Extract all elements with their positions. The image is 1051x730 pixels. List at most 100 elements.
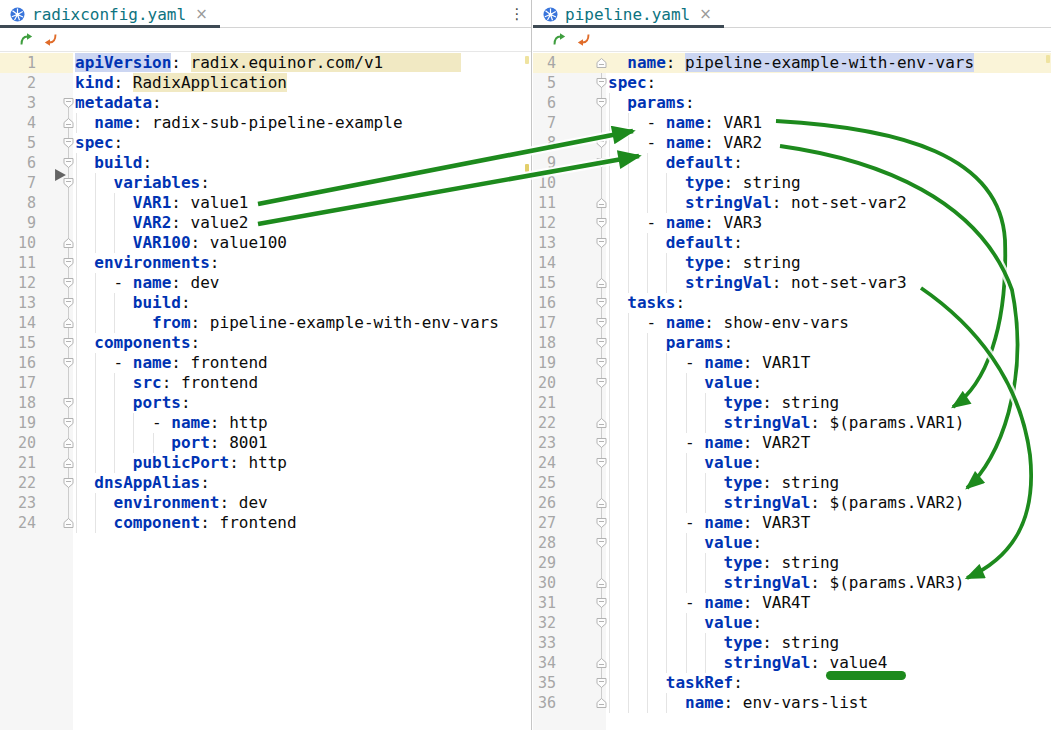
fold-marker-icon[interactable] bbox=[596, 617, 607, 629]
more-options-icon[interactable]: ⋮ bbox=[509, 3, 525, 25]
code-line[interactable]: 23 - name: VAR2T bbox=[533, 433, 1051, 453]
code-line[interactable]: 16 - name: frontend bbox=[0, 353, 531, 373]
code-line[interactable]: 12 - name: dev bbox=[0, 273, 531, 293]
code-line[interactable]: 6 build: bbox=[0, 153, 531, 173]
fold-marker-icon[interactable] bbox=[596, 517, 607, 529]
editor-radixconfig[interactable]: 1apiVersion: radix.equinor.com/v12kind: … bbox=[0, 53, 531, 730]
code-line[interactable]: 36 name: env-vars-list bbox=[533, 693, 1051, 713]
code-line[interactable]: 30 stringVal: $(params.VAR3) bbox=[533, 573, 1051, 593]
fold-marker-icon[interactable] bbox=[63, 317, 74, 329]
fold-marker-icon[interactable] bbox=[596, 237, 607, 249]
code-line[interactable]: 10 VAR100: value100 bbox=[0, 233, 531, 253]
code-line[interactable]: 10 type: string bbox=[533, 173, 1051, 193]
orange-arrow-icon[interactable] bbox=[577, 32, 592, 47]
code-line[interactable]: 8 - name: VAR2 bbox=[533, 133, 1051, 153]
code-line[interactable]: 28 value: bbox=[533, 533, 1051, 553]
fold-marker-icon[interactable] bbox=[63, 297, 74, 309]
code-line[interactable]: 19 - name: http bbox=[0, 413, 531, 433]
tab-pipeline[interactable]: pipeline.yaml × bbox=[533, 0, 724, 28]
fold-marker-icon[interactable] bbox=[63, 417, 74, 429]
code-line[interactable]: 31 - name: VAR4T bbox=[533, 593, 1051, 613]
code-line[interactable]: 26 stringVal: $(params.VAR2) bbox=[533, 493, 1051, 513]
code-line[interactable]: 9 default: bbox=[533, 153, 1051, 173]
fold-marker-icon[interactable] bbox=[596, 377, 607, 389]
code-line[interactable]: 34 stringVal: value4 bbox=[533, 653, 1051, 673]
code-line[interactable]: 11 environments: bbox=[0, 253, 531, 273]
green-arrow-icon[interactable] bbox=[551, 32, 566, 47]
fold-marker-icon[interactable] bbox=[596, 197, 607, 209]
fold-marker-icon[interactable] bbox=[596, 97, 607, 109]
code-line[interactable]: 14 type: string bbox=[533, 253, 1051, 273]
fold-marker-icon[interactable] bbox=[596, 57, 607, 69]
fold-marker-icon[interactable] bbox=[596, 577, 607, 589]
fold-marker-icon[interactable] bbox=[63, 117, 74, 129]
code-line[interactable]: 33 type: string bbox=[533, 633, 1051, 653]
code-line[interactable]: 11 stringVal: not-set-var2 bbox=[533, 193, 1051, 213]
fold-marker-icon[interactable] bbox=[596, 497, 607, 509]
code-line[interactable]: 20 value: bbox=[533, 373, 1051, 393]
fold-marker-icon[interactable] bbox=[63, 357, 74, 369]
fold-marker-icon[interactable] bbox=[596, 317, 607, 329]
fold-marker-icon[interactable] bbox=[596, 337, 607, 349]
fold-marker-icon[interactable] bbox=[596, 157, 607, 169]
code-line[interactable]: 22 dnsAppAlias: bbox=[0, 473, 531, 493]
code-line[interactable]: 15 stringVal: not-set-var3 bbox=[533, 273, 1051, 293]
fold-marker-icon[interactable] bbox=[596, 417, 607, 429]
tab-close-icon[interactable]: × bbox=[699, 5, 712, 23]
code-line[interactable]: 23 environment: dev bbox=[0, 493, 531, 513]
code-line[interactable]: 24 value: bbox=[533, 453, 1051, 473]
code-line[interactable]: 13 default: bbox=[533, 233, 1051, 253]
fold-marker-icon[interactable] bbox=[596, 357, 607, 369]
tab-radixconfig[interactable]: radixconfig.yaml × bbox=[0, 0, 220, 28]
code-line[interactable]: 5spec: bbox=[533, 73, 1051, 93]
code-line[interactable]: 4 name: radix-sub-pipeline-example bbox=[0, 113, 531, 133]
fold-marker-icon[interactable] bbox=[63, 257, 74, 269]
tab-close-icon[interactable]: × bbox=[195, 5, 208, 23]
code-line[interactable]: 20 port: 8001 bbox=[0, 433, 531, 453]
fold-marker-icon[interactable] bbox=[596, 677, 607, 689]
code-line[interactable]: 19 - name: VAR1T bbox=[533, 353, 1051, 373]
fold-marker-icon[interactable] bbox=[596, 457, 607, 469]
code-line[interactable]: 18 ports: bbox=[0, 393, 531, 413]
code-line[interactable]: 13 build: bbox=[0, 293, 531, 313]
code-line[interactable]: 7 variables: bbox=[0, 173, 531, 193]
code-line[interactable]: 2kind: RadixApplication bbox=[0, 73, 531, 93]
fold-marker-icon[interactable] bbox=[596, 437, 607, 449]
code-line[interactable]: 17 - name: show-env-vars bbox=[533, 313, 1051, 333]
code-line[interactable]: 35 taskRef: bbox=[533, 673, 1051, 693]
code-line[interactable]: 14 from: pipeline-example-with-env-vars bbox=[0, 313, 531, 333]
fold-marker-icon[interactable] bbox=[596, 597, 607, 609]
fold-marker-icon[interactable] bbox=[63, 397, 74, 409]
split-divider[interactable] bbox=[531, 0, 532, 730]
code-line[interactable]: 15 components: bbox=[0, 333, 531, 353]
code-line[interactable]: 17 src: frontend bbox=[0, 373, 531, 393]
code-line[interactable]: 21 publicPort: http bbox=[0, 453, 531, 473]
fold-marker-icon[interactable] bbox=[596, 537, 607, 549]
fold-marker-icon[interactable] bbox=[596, 277, 607, 289]
green-arrow-icon[interactable] bbox=[18, 32, 33, 47]
fold-marker-icon[interactable] bbox=[63, 237, 74, 249]
fold-marker-icon[interactable] bbox=[63, 477, 74, 489]
fold-marker-icon[interactable] bbox=[596, 217, 607, 229]
code-line[interactable]: 1apiVersion: radix.equinor.com/v1 bbox=[0, 53, 531, 73]
editor-pipeline[interactable]: 4 name: pipeline-example-with-env-vars5s… bbox=[533, 53, 1051, 730]
code-line[interactable]: 16 tasks: bbox=[533, 293, 1051, 313]
code-line[interactable]: 21 type: string bbox=[533, 393, 1051, 413]
code-line[interactable]: 18 params: bbox=[533, 333, 1051, 353]
fold-marker-icon[interactable] bbox=[596, 697, 607, 709]
fold-marker-icon[interactable] bbox=[63, 457, 74, 469]
code-line[interactable]: 5spec: bbox=[0, 133, 531, 153]
orange-arrow-icon[interactable] bbox=[44, 32, 59, 47]
fold-marker-icon[interactable] bbox=[63, 277, 74, 289]
fold-marker-icon[interactable] bbox=[63, 517, 74, 529]
code-line[interactable]: 8 VAR1: value1 bbox=[0, 193, 531, 213]
fold-marker-icon[interactable] bbox=[63, 337, 74, 349]
code-line[interactable]: 29 type: string bbox=[533, 553, 1051, 573]
code-line[interactable]: 32 value: bbox=[533, 613, 1051, 633]
fold-marker-icon[interactable] bbox=[596, 657, 607, 669]
code-line[interactable]: 12 - name: VAR3 bbox=[533, 213, 1051, 233]
code-line[interactable]: 4 name: pipeline-example-with-env-vars bbox=[533, 53, 1051, 73]
code-line[interactable]: 7 - name: VAR1 bbox=[533, 113, 1051, 133]
code-line[interactable]: 6 params: bbox=[533, 93, 1051, 113]
fold-marker-icon[interactable] bbox=[63, 157, 74, 169]
